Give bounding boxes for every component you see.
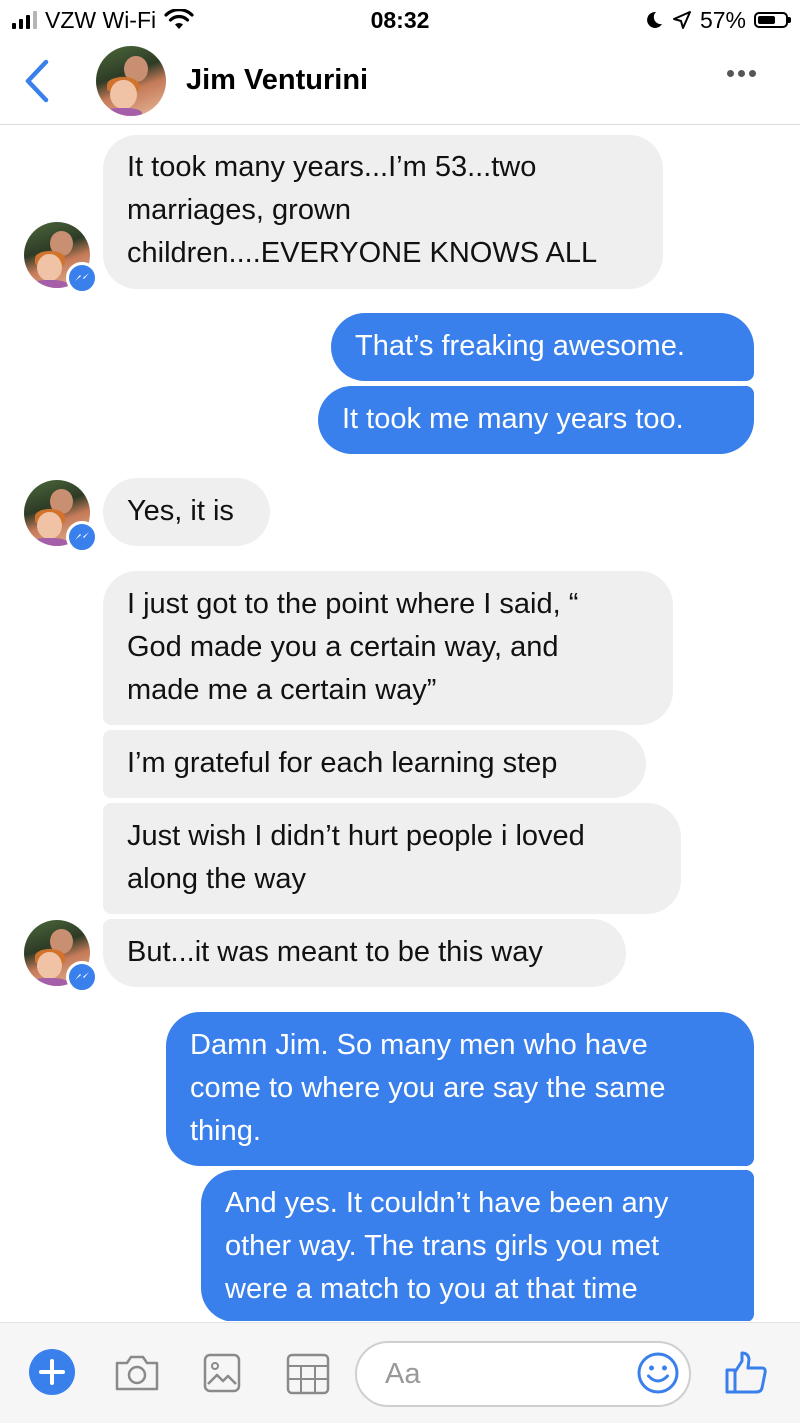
conversation-header: Jim Venturini xyxy=(0,40,800,125)
composer-bar xyxy=(0,1322,800,1423)
messenger-badge-icon xyxy=(66,961,98,993)
status-bar: VZW Wi-Fi 08:32 57% xyxy=(0,0,800,40)
messenger-badge-icon xyxy=(66,521,98,553)
thumbs-up-icon[interactable] xyxy=(722,1349,770,1397)
message-bubble-incoming[interactable]: But...it was meant to be this way xyxy=(103,919,626,987)
battery-percent: 57% xyxy=(699,6,746,33)
photo-gallery-icon[interactable] xyxy=(203,1353,241,1393)
contact-avatar[interactable] xyxy=(96,46,166,116)
plus-icon[interactable] xyxy=(29,1349,75,1395)
message-list: It took many years...I’m 53...two marria… xyxy=(0,125,800,1321)
contact-name[interactable]: Jim Venturini xyxy=(186,62,368,98)
message-bubble-incoming[interactable]: I just got to the point where I said, “ … xyxy=(103,571,673,725)
emoji-icon[interactable] xyxy=(636,1351,680,1395)
battery-icon xyxy=(754,12,791,28)
message-bubble-outgoing[interactable]: Damn Jim. So many men who have come to w… xyxy=(166,1012,754,1166)
camera-icon[interactable] xyxy=(113,1353,161,1393)
location-arrow-icon xyxy=(672,11,691,29)
message-bubble-outgoing[interactable]: And yes. It couldn’t have been any other… xyxy=(201,1170,754,1321)
message-bubble-incoming[interactable]: I’m grateful for each learning step xyxy=(103,730,646,798)
more-options-icon[interactable] xyxy=(727,70,756,77)
message-bubble-outgoing[interactable]: That’s freaking awesome. xyxy=(331,313,754,381)
message-bubble-outgoing[interactable]: It took me many years too. xyxy=(318,386,754,454)
message-bubble-incoming[interactable]: Yes, it is xyxy=(103,478,270,546)
moon-icon xyxy=(647,11,662,28)
message-bubble-incoming[interactable]: Just wish I didn’t hurt people i loved a… xyxy=(103,803,681,914)
back-chevron-icon[interactable] xyxy=(18,56,58,106)
messenger-badge-icon xyxy=(66,262,98,294)
gif-sticker-icon[interactable] xyxy=(286,1353,330,1395)
message-bubble-incoming[interactable]: It took many years...I’m 53...two marria… xyxy=(103,135,663,289)
status-bar-right: 57% xyxy=(644,6,791,34)
